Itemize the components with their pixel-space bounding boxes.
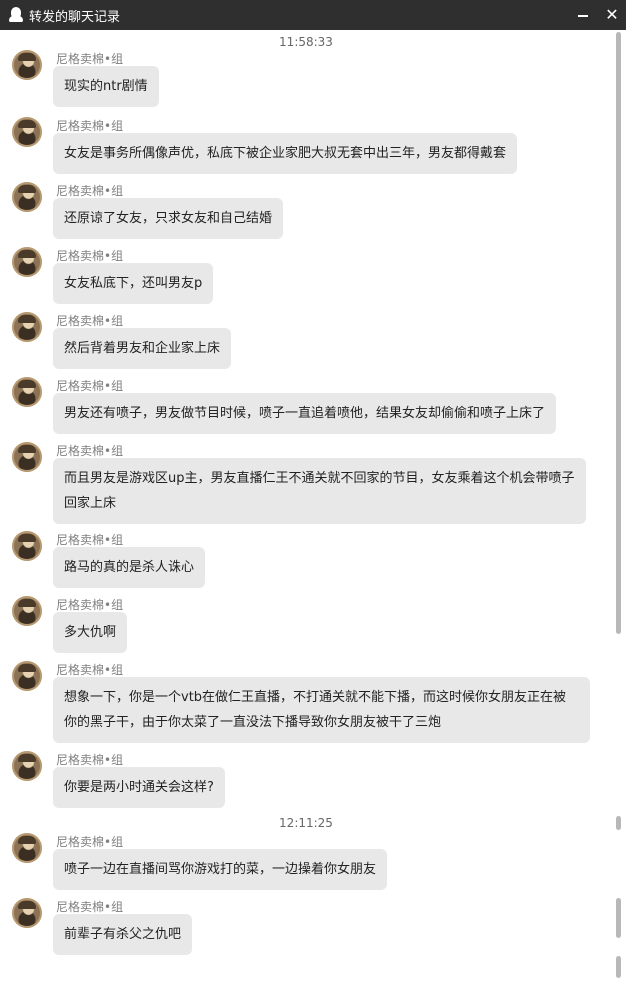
sender-name: 尼格卖棉•组 <box>56 835 124 849</box>
message-bubble: 喷子一边在直播间骂你游戏打的菜，一边操着你女朋友 <box>53 849 388 890</box>
avatar[interactable] <box>12 833 42 863</box>
avatar[interactable] <box>12 596 42 626</box>
chat-history[interactable]: 11:58:33 尼格卖棉•组 现实的ntr剧情 尼格卖棉•组 女友是事务所偶像… <box>0 30 612 982</box>
message-bubble: 前辈子有杀父之仇吧 <box>53 914 193 955</box>
sender-name: 尼格卖棉•组 <box>56 753 124 767</box>
sender-name: 尼格卖棉•组 <box>56 52 124 66</box>
message-bubble: 女友私底下，还叫男友p <box>53 263 214 304</box>
sender-name: 尼格卖棉•组 <box>56 663 124 677</box>
avatar[interactable] <box>12 182 42 212</box>
avatar[interactable] <box>12 247 42 277</box>
qq-penguin-icon <box>9 7 23 23</box>
avatar[interactable] <box>12 442 42 472</box>
message-bubble: 路马的真的是杀人诛心 <box>53 547 206 588</box>
avatar[interactable] <box>12 661 42 691</box>
sender-name: 尼格卖棉•组 <box>56 249 124 263</box>
message-bubble: 而且男友是游戏区up主，男友直播仁王不通关就不回家的节目，女友乘着这个机会带喷子… <box>53 458 586 524</box>
sender-name: 尼格卖棉•组 <box>56 598 124 612</box>
window-title: 转发的聊天记录 <box>29 9 121 25</box>
message-bubble: 还原谅了女友，只求女友和自己结婚 <box>53 198 284 239</box>
sender-name: 尼格卖棉•组 <box>56 533 124 547</box>
title-bar: 转发的聊天记录 ✕ <box>0 0 626 30</box>
avatar[interactable] <box>12 50 42 80</box>
sender-name: 尼格卖棉•组 <box>56 184 124 198</box>
message-bubble: 想象一下，你是一个vtb在做仁王直播，不打通关就不能下播，而这时候你女朋友正在被… <box>53 677 590 743</box>
close-button[interactable]: ✕ <box>597 0 626 30</box>
message-bubble: 现实的ntr剧情 <box>53 66 159 107</box>
timestamp: 12:11:25 <box>279 816 333 830</box>
timestamp: 11:58:33 <box>279 35 333 49</box>
close-icon: ✕ <box>605 5 619 24</box>
minimize-button[interactable] <box>568 0 598 30</box>
message-bubble: 你要是两小时通关会这样? <box>53 767 225 808</box>
minimize-icon <box>578 15 588 17</box>
avatar[interactable] <box>12 751 42 781</box>
message-bubble: 然后背着男友和企业家上床 <box>53 328 232 369</box>
avatar[interactable] <box>12 531 42 561</box>
message-bubble: 女友是事务所偶像声优，私底下被企业家肥大叔无套中出三年，男友都得戴套 <box>53 133 518 174</box>
sender-name: 尼格卖棉•组 <box>56 314 124 328</box>
sender-name: 尼格卖棉•组 <box>56 119 124 133</box>
scrollbar-thumb[interactable] <box>616 956 621 978</box>
avatar[interactable] <box>12 312 42 342</box>
scrollbar-thumb[interactable] <box>616 816 621 830</box>
message-bubble: 男友还有喷子，男友做节目时候，喷子一直追着喷他，结果女友却偷偷和喷子上床了 <box>53 393 557 434</box>
sender-name: 尼格卖棉•组 <box>56 379 124 393</box>
sender-name: 尼格卖棉•组 <box>56 444 124 458</box>
scrollbar-thumb[interactable] <box>616 898 621 938</box>
sender-name: 尼格卖棉•组 <box>56 900 124 914</box>
message-bubble: 多大仇啊 <box>53 612 128 653</box>
avatar[interactable] <box>12 377 42 407</box>
avatar[interactable] <box>12 117 42 147</box>
scrollbar-thumb[interactable] <box>616 32 621 634</box>
scrollbar[interactable] <box>612 30 626 982</box>
avatar[interactable] <box>12 898 42 928</box>
